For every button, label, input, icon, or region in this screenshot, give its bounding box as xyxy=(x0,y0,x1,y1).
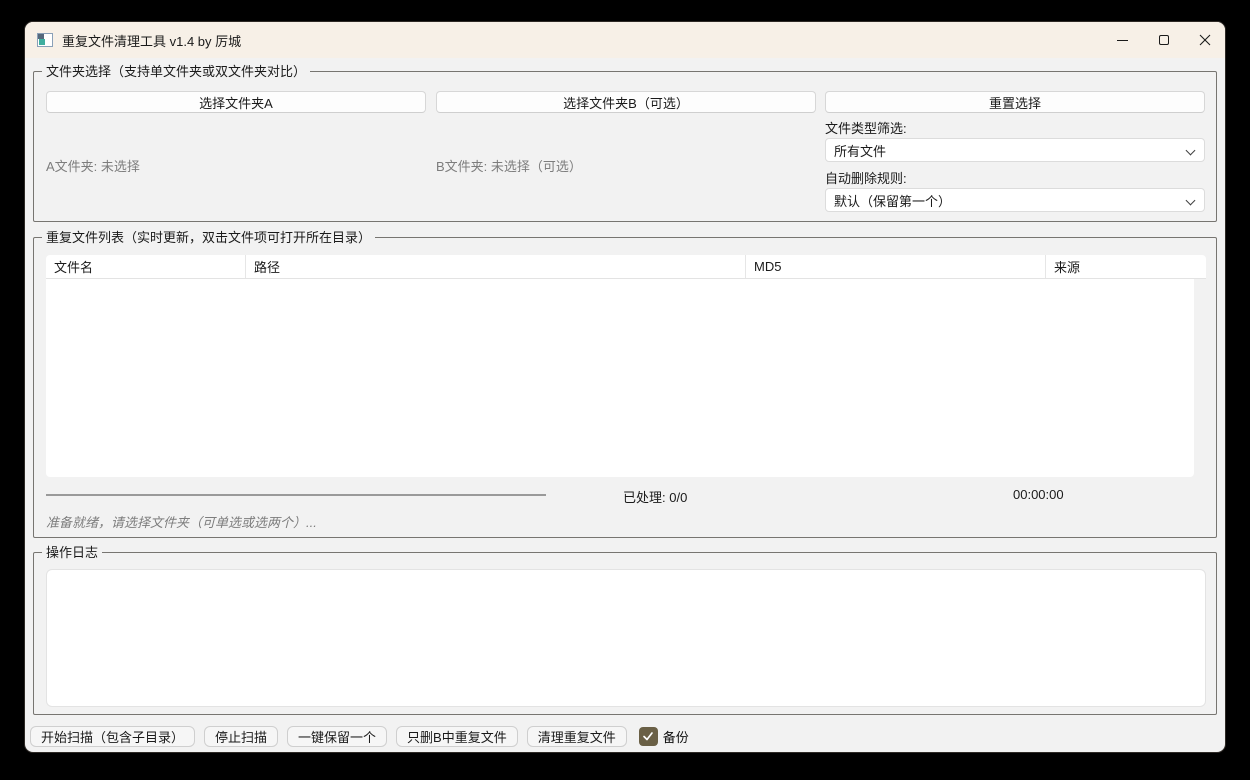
operation-log-group: 操作日志 xyxy=(33,552,1217,715)
duplicate-list-group-title: 重复文件列表（实时更新，双击文件项可打开所在目录） xyxy=(42,229,375,246)
file-table-header: 文件名 路径 MD5 来源 xyxy=(46,255,1206,279)
keep-one-button[interactable]: 一键保留一个 xyxy=(287,726,387,747)
desktop-background: 重复文件清理工具 v1.4 by 厉城 文件夹选择（支持单文件夹或双文件夹对比） xyxy=(0,0,1250,780)
delete-rule-value: 默认（保留第一个） xyxy=(834,191,951,210)
file-table-body[interactable] xyxy=(46,279,1194,477)
backup-checkbox-label: 备份 xyxy=(663,727,689,746)
reset-selection-button[interactable]: 重置选择 xyxy=(825,91,1205,113)
backup-checkbox-wrap[interactable]: 备份 xyxy=(639,727,689,746)
delete-rule-select[interactable]: 默认（保留第一个） xyxy=(825,188,1205,212)
start-scan-button[interactable]: 开始扫描（包含子目录） xyxy=(30,726,195,747)
action-bar: 开始扫描（包含子目录） 停止扫描 一键保留一个 只删B中重复文件 清理重复文件 … xyxy=(30,724,689,748)
table-scrollbar[interactable] xyxy=(1194,279,1206,477)
folder-selection-group: 文件夹选择（支持单文件夹或双文件夹对比） 选择文件夹A 选择文件夹B（可选） 重… xyxy=(33,71,1217,222)
stop-scan-button[interactable]: 停止扫描 xyxy=(204,726,278,747)
duplicate-list-group: 重复文件列表（实时更新，双击文件项可打开所在目录） 文件名 路径 MD5 来源 … xyxy=(33,237,1217,538)
elapsed-time: 00:00:00 xyxy=(1013,487,1064,502)
folder-b-status: B文件夹: 未选择（可选） xyxy=(436,156,582,175)
folder-a-status: A文件夹: 未选择 xyxy=(46,156,140,175)
clean-duplicates-button[interactable]: 清理重复文件 xyxy=(527,726,627,747)
select-folder-a-button[interactable]: 选择文件夹A xyxy=(46,91,426,113)
status-message: 准备就绪，请选择文件夹（可单选或选两个）... xyxy=(46,512,317,531)
folder-selection-group-title: 文件夹选择（支持单文件夹或双文件夹对比） xyxy=(42,63,310,80)
chevron-down-icon xyxy=(1187,197,1195,205)
delete-rule-label: 自动删除规则: xyxy=(825,168,907,187)
log-textarea[interactable] xyxy=(46,569,1206,707)
processed-count: 已处理: 0/0 xyxy=(623,487,687,506)
backup-checkbox[interactable] xyxy=(639,727,658,746)
close-icon xyxy=(1199,34,1211,46)
column-header-filename[interactable]: 文件名 xyxy=(46,255,246,278)
title-bar[interactable]: 重复文件清理工具 v1.4 by 厉城 xyxy=(25,22,1225,58)
window-title: 重复文件清理工具 v1.4 by 厉城 xyxy=(62,31,241,50)
check-icon xyxy=(642,730,654,742)
chevron-down-icon xyxy=(1187,147,1195,155)
maximize-button[interactable] xyxy=(1143,22,1184,58)
file-type-value: 所有文件 xyxy=(834,141,886,160)
maximize-icon xyxy=(1159,35,1169,45)
column-header-md5[interactable]: MD5 xyxy=(746,255,1046,278)
minimize-button[interactable] xyxy=(1102,22,1143,58)
progress-bar xyxy=(46,494,546,496)
close-button[interactable] xyxy=(1184,22,1225,58)
file-type-filter-label: 文件类型筛选: xyxy=(825,118,907,137)
minimize-icon xyxy=(1117,40,1128,41)
app-icon xyxy=(37,33,53,47)
column-header-path[interactable]: 路径 xyxy=(246,255,746,278)
app-window: 重复文件清理工具 v1.4 by 厉城 文件夹选择（支持单文件夹或双文件夹对比） xyxy=(25,22,1225,752)
select-folder-b-button[interactable]: 选择文件夹B（可选） xyxy=(436,91,816,113)
file-type-select[interactable]: 所有文件 xyxy=(825,138,1205,162)
delete-b-duplicates-button[interactable]: 只删B中重复文件 xyxy=(396,726,518,747)
window-controls xyxy=(1102,22,1225,58)
column-header-source[interactable]: 来源 xyxy=(1046,255,1206,278)
operation-log-group-title: 操作日志 xyxy=(42,544,102,561)
